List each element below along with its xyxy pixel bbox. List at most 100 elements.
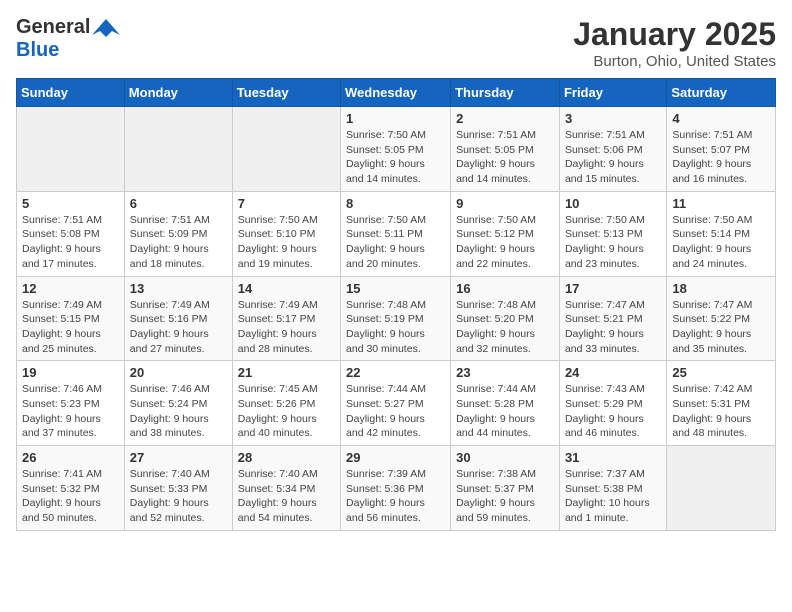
calendar-cell: 28 Sunrise: 7:40 AM Sunset: 5:34 PM Dayli… [232,446,340,531]
calendar-cell [17,107,125,192]
day-number: 22 [346,365,445,380]
calendar-cell: 18 Sunrise: 7:47 AM Sunset: 5:22 PM Dayli… [667,276,776,361]
calendar-cell: 21 Sunrise: 7:45 AM Sunset: 5:26 PM Dayli… [232,361,340,446]
day-info: Sunrise: 7:49 AM Sunset: 5:15 PM Dayligh… [22,298,119,357]
calendar-cell: 1Sunrise: 7:50 AM Sunset: 5:05 PM Daylig… [341,107,451,192]
day-number: 13 [130,281,227,296]
calendar-cell [124,107,232,192]
calendar-cell: 7 Sunrise: 7:50 AM Sunset: 5:10 PM Daylig… [232,191,340,276]
day-number: 2 [456,111,554,126]
day-info: Sunrise: 7:50 AM Sunset: 5:14 PM Dayligh… [672,213,770,272]
day-info: Sunrise: 7:50 AM Sunset: 5:12 PM Dayligh… [456,213,554,272]
day-header-sunday: Sunday [17,79,125,107]
calendar-cell: 19 Sunrise: 7:46 AM Sunset: 5:23 PM Dayli… [17,361,125,446]
calendar-cell: 11 Sunrise: 7:50 AM Sunset: 5:14 PM Dayli… [667,191,776,276]
day-info: Sunrise: 7:50 AM Sunset: 5:10 PM Dayligh… [238,213,335,272]
day-number: 28 [238,450,335,465]
day-number: 19 [22,365,119,380]
day-info: Sunrise: 7:43 AM Sunset: 5:29 PM Dayligh… [565,382,661,441]
day-info: Sunrise: 7:44 AM Sunset: 5:28 PM Dayligh… [456,382,554,441]
calendar-cell: 5Sunrise: 7:51 AM Sunset: 5:08 PM Daylig… [17,191,125,276]
day-number: 11 [672,196,770,211]
calendar-cell: 22 Sunrise: 7:44 AM Sunset: 5:27 PM Dayli… [341,361,451,446]
day-number: 10 [565,196,661,211]
day-info: Sunrise: 7:41 AM Sunset: 5:32 PM Dayligh… [22,467,119,526]
day-number: 17 [565,281,661,296]
calendar-cell: 29Sunrise: 7:39 AM Sunset: 5:36 PM Dayli… [341,446,451,531]
day-info: Sunrise: 7:49 AM Sunset: 5:17 PM Dayligh… [238,298,335,357]
day-number: 12 [22,281,119,296]
calendar-cell: 15 Sunrise: 7:48 AM Sunset: 5:19 PM Dayli… [341,276,451,361]
day-number: 23 [456,365,554,380]
day-number: 29 [346,450,445,465]
day-info: Sunrise: 7:46 AM Sunset: 5:24 PM Dayligh… [130,382,227,441]
day-info: Sunrise: 7:47 AM Sunset: 5:21 PM Dayligh… [565,298,661,357]
day-info: Sunrise: 7:48 AM Sunset: 5:19 PM Dayligh… [346,298,445,357]
day-header-thursday: Thursday [451,79,560,107]
calendar-cell [232,107,340,192]
day-number: 9 [456,196,554,211]
calendar-cell: 9 Sunrise: 7:50 AM Sunset: 5:12 PM Daylig… [451,191,560,276]
day-info: Sunrise: 7:40 AM Sunset: 5:33 PM Dayligh… [130,467,227,526]
calendar-cell: 31 Sunrise: 7:37 AM Sunset: 5:38 PM Dayli… [559,446,666,531]
day-number: 25 [672,365,770,380]
day-number: 7 [238,196,335,211]
day-header-friday: Friday [559,79,666,107]
calendar-cell: 3Sunrise: 7:51 AM Sunset: 5:06 PM Daylig… [559,107,666,192]
logo-bird-icon [92,17,120,39]
day-number: 30 [456,450,554,465]
calendar-cell: 4Sunrise: 7:51 AM Sunset: 5:07 PM Daylig… [667,107,776,192]
day-number: 16 [456,281,554,296]
calendar-cell: 25Sunrise: 7:42 AM Sunset: 5:31 PM Dayli… [667,361,776,446]
day-info: Sunrise: 7:48 AM Sunset: 5:20 PM Dayligh… [456,298,554,357]
day-info: Sunrise: 7:50 AM Sunset: 5:11 PM Dayligh… [346,213,445,272]
week-row-2: 5Sunrise: 7:51 AM Sunset: 5:08 PM Daylig… [17,191,776,276]
day-info: Sunrise: 7:50 AM Sunset: 5:05 PM Dayligh… [346,128,445,187]
day-info: Sunrise: 7:49 AM Sunset: 5:16 PM Dayligh… [130,298,227,357]
calendar-cell: 14 Sunrise: 7:49 AM Sunset: 5:17 PM Dayli… [232,276,340,361]
day-number: 8 [346,196,445,211]
calendar-cell: 12 Sunrise: 7:49 AM Sunset: 5:15 PM Dayli… [17,276,125,361]
calendar-subtitle: Burton, Ohio, United States [573,53,776,70]
day-info: Sunrise: 7:46 AM Sunset: 5:23 PM Dayligh… [22,382,119,441]
day-info: Sunrise: 7:51 AM Sunset: 5:06 PM Dayligh… [565,128,661,187]
day-header-monday: Monday [124,79,232,107]
day-info: Sunrise: 7:51 AM Sunset: 5:08 PM Dayligh… [22,213,119,272]
calendar-cell: 10 Sunrise: 7:50 AM Sunset: 5:13 PM Dayli… [559,191,666,276]
day-header-wednesday: Wednesday [341,79,451,107]
calendar-cell: 27 Sunrise: 7:40 AM Sunset: 5:33 PM Dayli… [124,446,232,531]
calendar-cell: 26 Sunrise: 7:41 AM Sunset: 5:32 PM Dayli… [17,446,125,531]
week-row-5: 26 Sunrise: 7:41 AM Sunset: 5:32 PM Dayli… [17,446,776,531]
day-info: Sunrise: 7:38 AM Sunset: 5:37 PM Dayligh… [456,467,554,526]
logo-general-text: General [16,16,90,39]
day-header-row: SundayMondayTuesdayWednesdayThursdayFrid… [17,79,776,107]
day-number: 14 [238,281,335,296]
day-header-tuesday: Tuesday [232,79,340,107]
calendar-cell: 2Sunrise: 7:51 AM Sunset: 5:05 PM Daylig… [451,107,560,192]
day-info: Sunrise: 7:40 AM Sunset: 5:34 PM Dayligh… [238,467,335,526]
day-info: Sunrise: 7:45 AM Sunset: 5:26 PM Dayligh… [238,382,335,441]
calendar-cell: 13 Sunrise: 7:49 AM Sunset: 5:16 PM Dayli… [124,276,232,361]
day-header-saturday: Saturday [667,79,776,107]
week-row-4: 19 Sunrise: 7:46 AM Sunset: 5:23 PM Dayli… [17,361,776,446]
calendar-cell: 23 Sunrise: 7:44 AM Sunset: 5:28 PM Dayli… [451,361,560,446]
day-number: 15 [346,281,445,296]
calendar-cell: 24Sunrise: 7:43 AM Sunset: 5:29 PM Dayli… [559,361,666,446]
day-info: Sunrise: 7:44 AM Sunset: 5:27 PM Dayligh… [346,382,445,441]
calendar-cell: 6Sunrise: 7:51 AM Sunset: 5:09 PM Daylig… [124,191,232,276]
day-info: Sunrise: 7:37 AM Sunset: 5:38 PM Dayligh… [565,467,661,526]
day-number: 21 [238,365,335,380]
calendar-cell: 30 Sunrise: 7:38 AM Sunset: 5:37 PM Dayli… [451,446,560,531]
day-number: 27 [130,450,227,465]
day-info: Sunrise: 7:47 AM Sunset: 5:22 PM Dayligh… [672,298,770,357]
day-number: 26 [22,450,119,465]
calendar-title: January 2025 [573,16,776,53]
day-number: 4 [672,111,770,126]
day-info: Sunrise: 7:50 AM Sunset: 5:13 PM Dayligh… [565,213,661,272]
day-number: 18 [672,281,770,296]
day-number: 31 [565,450,661,465]
calendar-table: SundayMondayTuesdayWednesdayThursdayFrid… [16,78,776,531]
calendar-cell: 16 Sunrise: 7:48 AM Sunset: 5:20 PM Dayli… [451,276,560,361]
title-block: January 2025 Burton, Ohio, United States [573,16,776,70]
calendar-cell: 20Sunrise: 7:46 AM Sunset: 5:24 PM Dayli… [124,361,232,446]
